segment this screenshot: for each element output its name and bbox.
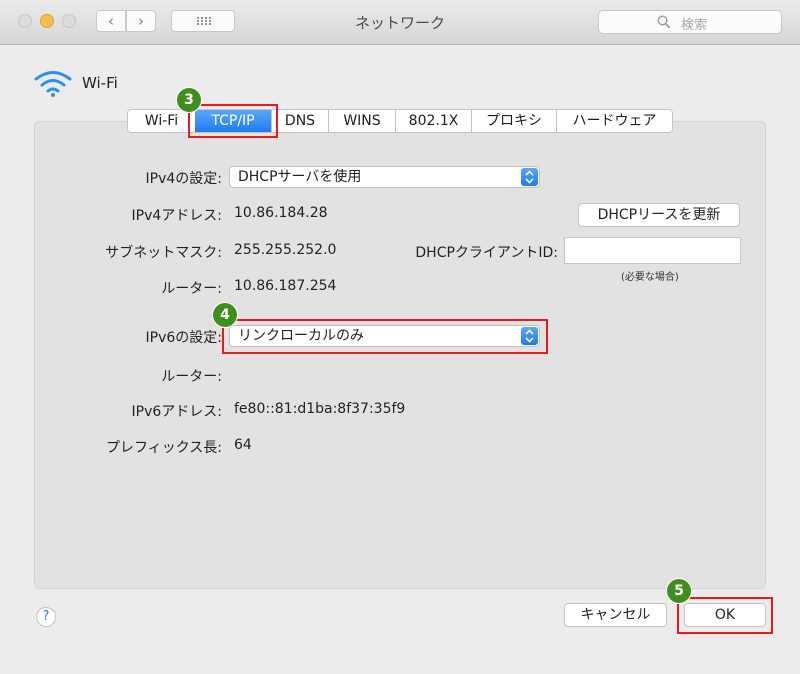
network-name: Wi-Fi <box>82 74 118 92</box>
tab-wifi[interactable]: Wi-Fi <box>128 110 195 132</box>
settings-panel <box>34 121 766 589</box>
title-bar: ‹ › ネットワーク 検索 <box>0 0 800 45</box>
cancel-button[interactable]: キャンセル <box>564 603 667 627</box>
step-badge-5: 5 <box>666 578 692 604</box>
renew-dhcp-button[interactable]: DHCPリースを更新 <box>578 203 740 227</box>
forward-button[interactable]: › <box>126 10 156 32</box>
minimize-window-button[interactable] <box>40 14 54 28</box>
highlight-ipv6-config <box>222 319 548 354</box>
step-badge-3: 3 <box>176 87 202 113</box>
tab-dns[interactable]: DNS <box>271 110 328 132</box>
prefix-length-label: プレフィックス長: <box>105 440 222 456</box>
help-button[interactable]: ? <box>36 607 56 627</box>
highlight-tcpip-tab <box>188 104 278 138</box>
tab-8021x[interactable]: 802.1X <box>395 110 471 132</box>
dhcp-client-id-note: (必要な場合) <box>621 272 679 283</box>
window-title: ネットワーク <box>354 14 445 32</box>
subnet-mask-value: 255.255.252.0 <box>234 242 337 258</box>
ipv4-router-value: 10.86.187.254 <box>234 278 337 294</box>
ipv4-address-value: 10.86.184.28 <box>234 205 328 221</box>
tab-wins[interactable]: WINS <box>328 110 395 132</box>
chevron-updown-icon <box>525 170 534 184</box>
search-placeholder: 検索 <box>681 18 708 33</box>
ipv4-config-value: DHCPサーバを使用 <box>238 169 362 185</box>
show-all-button[interactable] <box>171 10 235 32</box>
dhcp-client-id-input[interactable] <box>564 237 741 264</box>
search-input[interactable]: 検索 <box>598 10 782 34</box>
back-button[interactable]: ‹ <box>96 10 126 32</box>
ipv6-address-label: IPv6アドレス: <box>131 404 222 420</box>
ipv6-config-label: IPv6の設定: <box>145 330 222 346</box>
step-badge-4: 4 <box>212 302 238 328</box>
dhcp-client-id-label: DHCPクライアントID: <box>415 245 558 261</box>
grid-icon <box>196 16 212 26</box>
ipv4-config-select[interactable]: DHCPサーバを使用 <box>229 166 540 188</box>
ipv4-config-stepper <box>521 168 538 186</box>
tab-proxy[interactable]: プロキシ <box>471 110 556 132</box>
ipv6-address-value: fe80::81:d1ba:8f37:35f9 <box>234 401 406 417</box>
ipv4-address-label: IPv4アドレス: <box>131 208 222 224</box>
tab-hardware[interactable]: ハードウェア <box>556 110 672 132</box>
subnet-mask-label: サブネットマスク: <box>105 245 222 261</box>
network-window: ‹ › ネットワーク 検索 Wi-Fi Wi-Fi TCP/IP DNS WIN… <box>0 0 800 674</box>
zoom-window-button[interactable] <box>62 14 76 28</box>
highlight-ok-button <box>677 597 773 634</box>
ipv6-router-label: ルーター: <box>161 369 222 385</box>
ipv4-router-label: ルーター: <box>161 281 222 297</box>
close-window-button[interactable] <box>18 14 32 28</box>
ipv4-config-label: IPv4の設定: <box>145 171 222 187</box>
wifi-icon <box>34 71 72 97</box>
search-icon <box>657 15 671 29</box>
prefix-length-value: 64 <box>234 437 252 453</box>
